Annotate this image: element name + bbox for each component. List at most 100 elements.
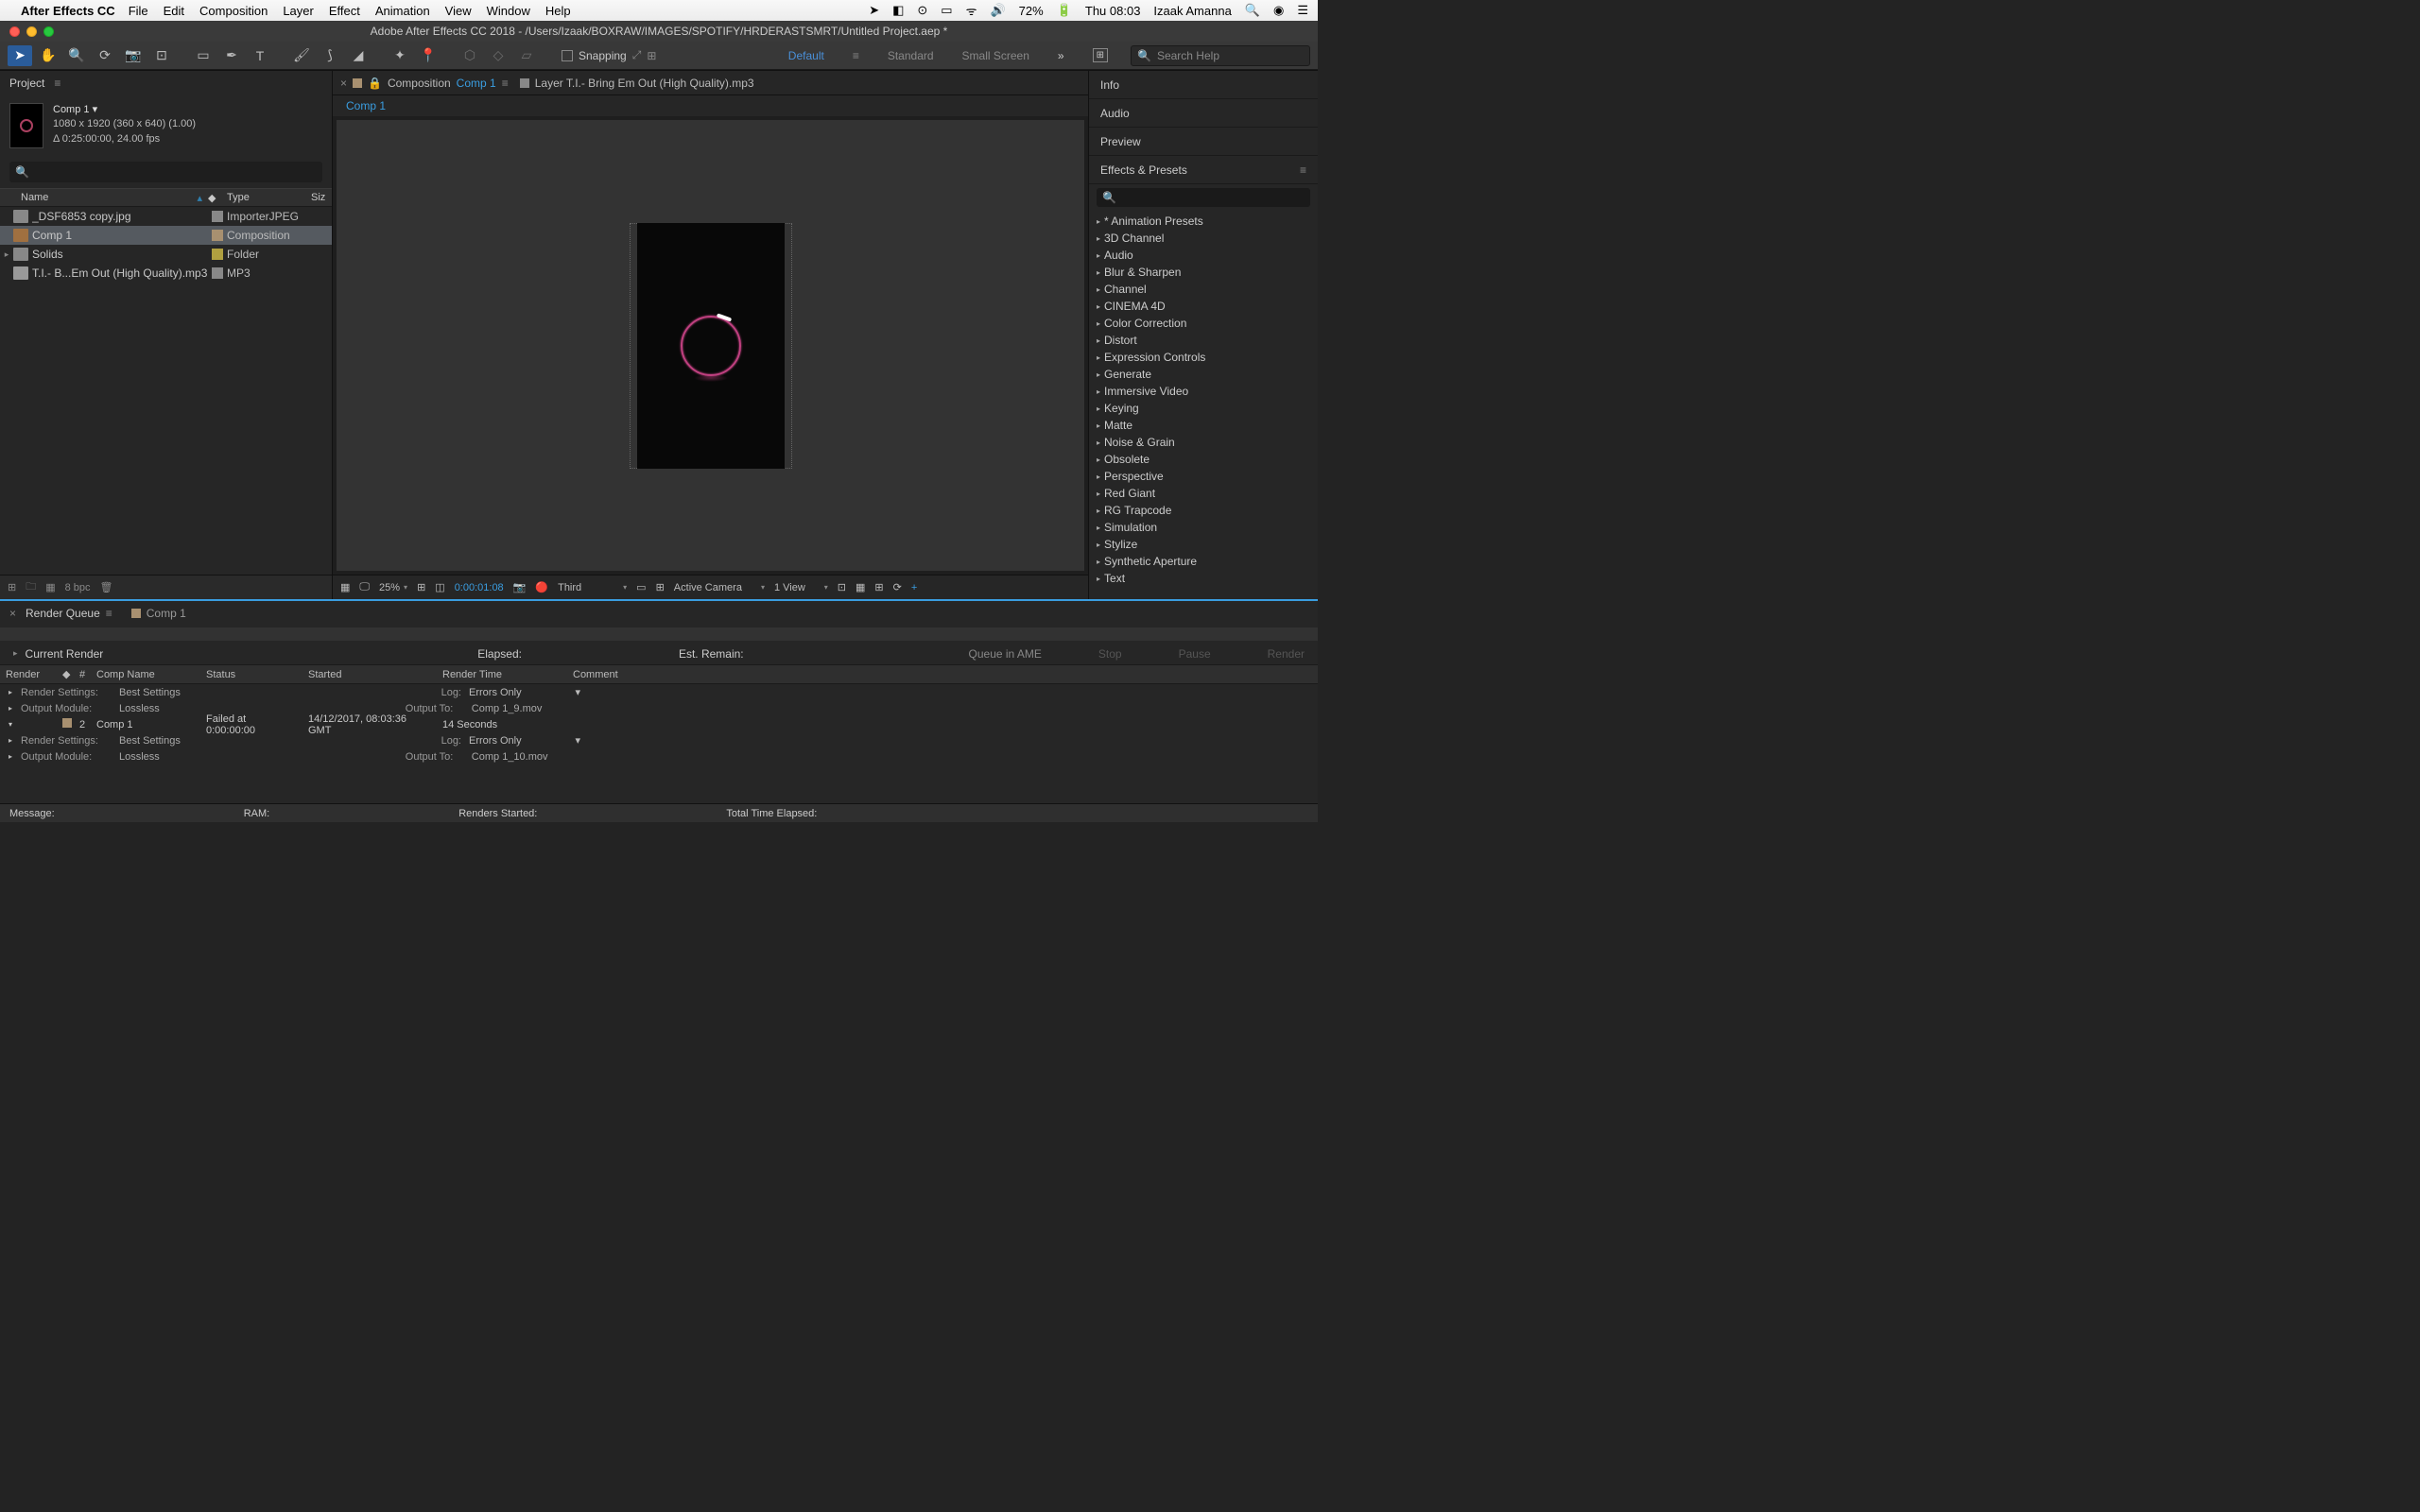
menu-layer[interactable]: Layer bbox=[283, 4, 314, 18]
menu-view[interactable]: View bbox=[445, 4, 472, 18]
effects-category[interactable]: ▸Red Giant bbox=[1089, 485, 1318, 502]
type-tool[interactable]: T bbox=[248, 45, 272, 66]
audio-panel[interactable]: Audio bbox=[1089, 99, 1318, 128]
folder-icon[interactable]: 🗀 bbox=[26, 578, 36, 596]
effects-category[interactable]: ▸Distort bbox=[1089, 332, 1318, 349]
lock-icon[interactable]: 🔒 bbox=[368, 77, 382, 90]
panel-menu-icon[interactable]: ≡ bbox=[1300, 163, 1306, 177]
trash-icon[interactable]: 🗑 bbox=[100, 581, 113, 593]
effects-category[interactable]: ▸Color Correction bbox=[1089, 315, 1318, 332]
effects-presets-panel[interactable]: Effects & Presets ≡ bbox=[1089, 156, 1318, 184]
close-icon[interactable]: × bbox=[340, 77, 347, 90]
menu-help[interactable]: Help bbox=[545, 4, 571, 18]
brush-tool[interactable]: 🖌 bbox=[289, 45, 314, 66]
snapping-checkbox[interactable] bbox=[562, 50, 573, 61]
pan-behind-tool[interactable]: ⊡ bbox=[149, 45, 174, 66]
grid-toggle-icon[interactable]: ⊞ bbox=[656, 581, 665, 593]
hand-tool[interactable]: ✋ bbox=[36, 45, 60, 66]
time-display[interactable]: 0:00:01:08 bbox=[455, 582, 504, 593]
notifications-icon[interactable]: ☰ bbox=[1297, 3, 1308, 18]
snap-grid-icon[interactable]: ⊞ bbox=[647, 49, 656, 62]
wifi-icon[interactable]: ᯤ bbox=[966, 2, 977, 19]
roto-tool[interactable]: ✦ bbox=[388, 45, 412, 66]
battery-text[interactable]: 72% bbox=[1019, 4, 1044, 18]
effects-category[interactable]: ▸Matte bbox=[1089, 417, 1318, 434]
comp-tab-2[interactable]: Layer T.I.- Bring Em Out (High Quality).… bbox=[520, 77, 754, 90]
effects-category[interactable]: ▸Synthetic Aperture bbox=[1089, 553, 1318, 570]
effects-category[interactable]: ▸Simulation bbox=[1089, 519, 1318, 536]
output-file-link[interactable]: Comp 1_9.mov bbox=[472, 703, 543, 714]
snapshot-icon[interactable]: 📷 bbox=[513, 581, 527, 593]
render-settings-link[interactable]: Best Settings bbox=[119, 735, 181, 747]
clock-text[interactable]: Thu 08:03 bbox=[1085, 4, 1141, 18]
composition-canvas[interactable] bbox=[637, 223, 785, 469]
timeline-tab[interactable]: Comp 1 bbox=[131, 607, 186, 620]
clone-tool[interactable]: ⟆ bbox=[318, 45, 342, 66]
output-module-link[interactable]: Lossless bbox=[119, 751, 160, 763]
siri-icon[interactable]: ◉ bbox=[1273, 3, 1284, 18]
output-module-link[interactable]: Lossless bbox=[119, 703, 160, 714]
workspace-standard[interactable]: Standard bbox=[888, 49, 934, 62]
resolution-dropdown[interactable]: Third▾ bbox=[558, 582, 627, 593]
menu-edit[interactable]: Edit bbox=[164, 4, 184, 18]
col-type[interactable]: Type bbox=[227, 192, 311, 203]
camera-tool[interactable]: 📷 bbox=[121, 45, 146, 66]
info-panel[interactable]: Info bbox=[1089, 71, 1318, 99]
user-name[interactable]: Izaak Amanna bbox=[1153, 4, 1231, 18]
log-dropdown[interactable]: Errors Only▾ bbox=[469, 686, 599, 698]
effects-category[interactable]: ▸Stylize bbox=[1089, 536, 1318, 553]
output-file-link[interactable]: Comp 1_10.mov bbox=[472, 751, 548, 763]
flowchart-comp[interactable]: Comp 1 bbox=[346, 99, 386, 112]
expand-icon[interactable]: ▾ bbox=[0, 720, 21, 729]
render-button[interactable]: Render bbox=[1268, 647, 1305, 661]
menu-file[interactable]: File bbox=[129, 4, 148, 18]
expand-icon[interactable]: ▸ bbox=[0, 688, 21, 696]
view-opt-2-icon[interactable]: ▦ bbox=[856, 581, 865, 593]
zoom-window-button[interactable] bbox=[43, 26, 54, 37]
effects-search-input[interactable]: 🔍 bbox=[1097, 188, 1310, 207]
render-settings-link[interactable]: Best Settings bbox=[119, 687, 181, 698]
workspace-overflow-icon[interactable]: » bbox=[1058, 49, 1064, 62]
tab-menu-icon[interactable]: ≡ bbox=[502, 77, 509, 90]
menu-animation[interactable]: Animation bbox=[375, 4, 430, 18]
menu-composition[interactable]: Composition bbox=[199, 4, 268, 18]
workspace-default[interactable]: Default bbox=[788, 49, 824, 62]
col-size[interactable]: Siz bbox=[311, 192, 332, 203]
close-window-button[interactable] bbox=[9, 26, 20, 37]
view-opt-4-icon[interactable]: ⟳ bbox=[893, 581, 902, 593]
guides-icon[interactable]: ◫ bbox=[435, 581, 444, 593]
col-name[interactable]: Name▴ bbox=[0, 192, 208, 203]
effects-category[interactable]: ▸Keying bbox=[1089, 400, 1318, 417]
col-label[interactable]: ◆ bbox=[208, 192, 227, 204]
menu-window[interactable]: Window bbox=[487, 4, 530, 18]
expand-current-icon[interactable]: ▸ bbox=[13, 648, 18, 659]
bpc-button[interactable]: 8 bpc bbox=[65, 582, 91, 593]
project-item[interactable]: _DSF6853 copy.jpgImporterJPEG bbox=[0, 207, 332, 226]
comp-tab-1[interactable]: × 🔒 Composition Comp 1 ≡ bbox=[340, 77, 509, 90]
workspace-sync-icon[interactable]: ⊞ bbox=[1093, 48, 1108, 62]
battery-icon[interactable]: 🔋 bbox=[1057, 3, 1072, 18]
project-item[interactable]: Comp 1Composition bbox=[0, 226, 332, 245]
effects-category[interactable]: ▸Generate bbox=[1089, 366, 1318, 383]
effects-category[interactable]: ▸CINEMA 4D bbox=[1089, 298, 1318, 315]
effects-category[interactable]: ▸* Animation Presets bbox=[1089, 213, 1318, 230]
rq-item[interactable]: ▾ 2 Comp 1 Failed at 0:00:00:00 14/12/20… bbox=[0, 716, 1318, 732]
close-icon[interactable]: × bbox=[9, 607, 16, 620]
toggle-alpha-icon[interactable]: ▦ bbox=[340, 581, 350, 593]
app-name[interactable]: After Effects CC bbox=[21, 4, 115, 18]
channel-icon[interactable]: 🔴 bbox=[535, 581, 548, 593]
puppet-tool[interactable]: 📍 bbox=[416, 45, 441, 66]
roi-icon[interactable]: ▭ bbox=[636, 581, 646, 593]
tab-menu-icon[interactable]: ≡ bbox=[106, 607, 112, 620]
workspace-small[interactable]: Small Screen bbox=[962, 49, 1029, 62]
shape-tool-c[interactable]: ▱ bbox=[514, 45, 539, 66]
panel-menu-icon[interactable]: ≡ bbox=[54, 77, 60, 90]
effects-category[interactable]: ▸Blur & Sharpen bbox=[1089, 264, 1318, 281]
interpret-icon[interactable]: ⊞ bbox=[8, 581, 16, 593]
grid-icon[interactable]: ⊞ bbox=[417, 581, 425, 593]
effects-category[interactable]: ▸Channel bbox=[1089, 281, 1318, 298]
project-item[interactable]: ▸SolidsFolder bbox=[0, 245, 332, 264]
views-dropdown[interactable]: 1 View▾ bbox=[774, 582, 828, 593]
menu-effect[interactable]: Effect bbox=[329, 4, 360, 18]
shape-tool-a[interactable]: ⬡ bbox=[458, 45, 482, 66]
